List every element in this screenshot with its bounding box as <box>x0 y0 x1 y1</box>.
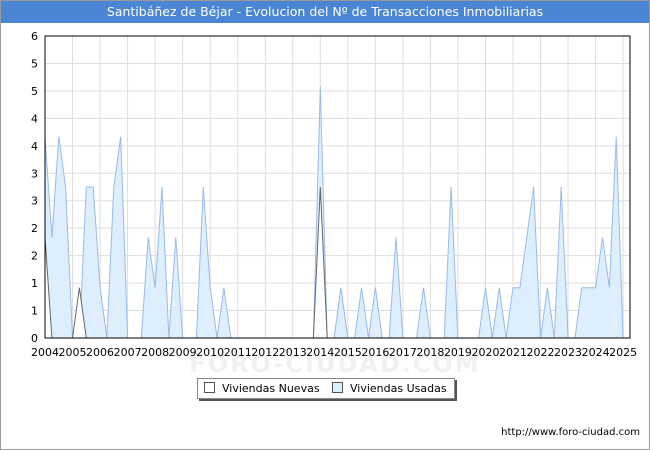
y-tick-label: 1 <box>31 277 38 290</box>
legend-item-usadas: Viviendas Usadas <box>332 381 447 396</box>
x-tick-label: 2024 <box>582 346 610 359</box>
x-tick-label: 2008 <box>141 346 169 359</box>
x-tick-label: 2011 <box>224 346 252 359</box>
legend-swatch-usadas <box>332 382 343 393</box>
y-tick-label: 0 <box>31 332 38 345</box>
x-tick-label: 2005 <box>59 346 87 359</box>
x-tick-label: 2015 <box>334 346 362 359</box>
x-tick-label: 2013 <box>279 346 307 359</box>
x-tick-label: 2007 <box>114 346 142 359</box>
x-tick-label: 2020 <box>471 346 499 359</box>
x-tick-label: 2021 <box>499 346 527 359</box>
legend-label-usadas: Viviendas Usadas <box>350 382 447 395</box>
x-tick-label: 2019 <box>444 346 472 359</box>
x-tick-label: 2006 <box>86 346 114 359</box>
y-tick-label: 2 <box>31 222 38 235</box>
legend-label-nuevas: Viviendas Nuevas <box>222 382 320 395</box>
y-tick-label: 4 <box>31 140 38 153</box>
x-tick-label: 2004 <box>31 346 59 359</box>
y-tick-label: 1 <box>31 305 38 318</box>
footer-url: http://www.foro-ciudad.com <box>501 427 640 438</box>
y-tick-label: 5 <box>31 57 38 70</box>
series-line-usadas <box>44 86 630 339</box>
legend-item-nuevas: Viviendas Nuevas <box>204 381 320 396</box>
x-tick-label: 2017 <box>389 346 417 359</box>
y-tick-label: 6 <box>31 30 38 43</box>
x-tick-label: 2023 <box>554 346 582 359</box>
x-tick-label: 2009 <box>169 346 197 359</box>
legend: Viviendas Nuevas Viviendas Usadas <box>197 378 455 399</box>
series-area-usadas <box>45 86 630 338</box>
y-tick-label: 3 <box>31 195 38 208</box>
x-tick-label: 2010 <box>196 346 224 359</box>
y-tick-label: 3 <box>31 167 38 180</box>
y-tick-label: 2 <box>31 250 38 263</box>
x-tick-label: 2018 <box>416 346 444 359</box>
plot-border <box>44 35 631 339</box>
x-tick-label: 2025 <box>609 346 637 359</box>
x-tick-label: 2012 <box>251 346 279 359</box>
legend-swatch-nuevas <box>204 382 215 393</box>
x-tick-label: 2014 <box>306 346 334 359</box>
y-tick-label: 4 <box>31 112 38 125</box>
y-tick-label: 5 <box>31 85 38 98</box>
x-tick-label: 2016 <box>361 346 389 359</box>
x-tick-label: 2022 <box>527 346 555 359</box>
